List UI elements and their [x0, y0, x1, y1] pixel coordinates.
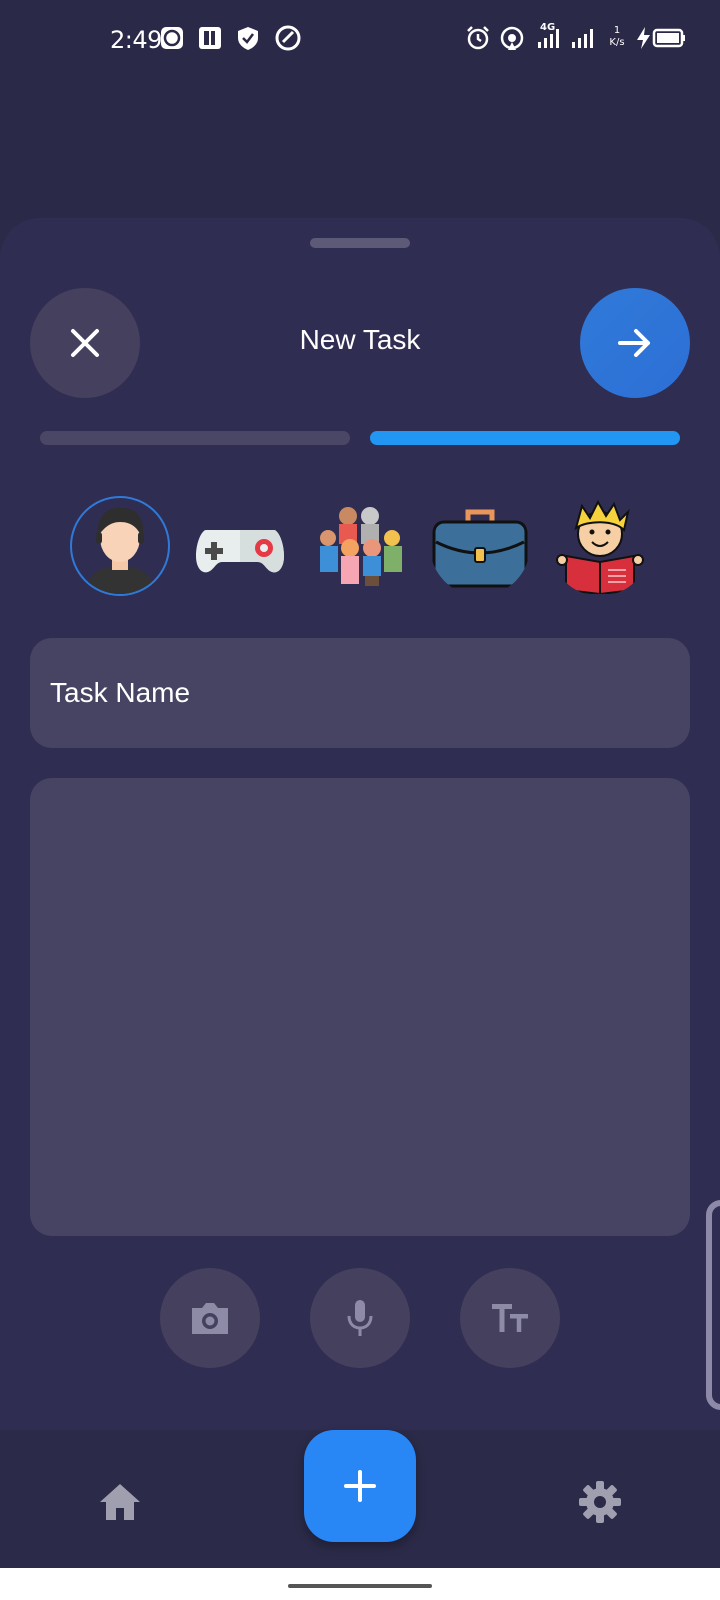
camera-icon — [192, 1303, 228, 1334]
signal-icon — [568, 24, 596, 52]
category-games[interactable] — [190, 496, 290, 596]
briefcase-icon — [432, 509, 528, 588]
hotspot-icon — [498, 24, 526, 52]
task-name-input[interactable]: Task Name — [30, 638, 690, 748]
bottom-nav — [0, 1430, 720, 1570]
progress-step-2 — [370, 431, 680, 445]
text-format-button[interactable] — [460, 1268, 560, 1368]
alarm-icon — [464, 24, 492, 52]
vpn-icon — [274, 24, 302, 52]
gesture-pill[interactable] — [288, 1584, 432, 1588]
dim-backdrop[interactable] — [0, 80, 720, 220]
category-work[interactable] — [430, 496, 530, 596]
paytm-icon — [196, 24, 224, 52]
next-button[interactable] — [580, 288, 690, 398]
edge-panel-handle[interactable] — [706, 1200, 720, 1410]
category-family[interactable] — [310, 496, 410, 596]
add-icon — [344, 1470, 376, 1502]
gamepad-icon — [196, 530, 284, 573]
microphone-icon — [347, 1300, 373, 1336]
signal-icon — [534, 24, 562, 52]
task-body-input[interactable] — [30, 778, 690, 1236]
battery-icon — [652, 24, 688, 52]
microphone-button[interactable] — [310, 1268, 410, 1368]
add-button[interactable] — [304, 1430, 416, 1542]
settings-button[interactable] — [576, 1478, 624, 1526]
shield-icon — [234, 24, 262, 52]
status-bar: 2:49 4G 1 K/s — [0, 0, 720, 80]
category-selector — [0, 496, 720, 596]
camera-button[interactable] — [160, 1268, 260, 1368]
arrow-right-icon — [618, 329, 650, 357]
task-name-placeholder: Task Name — [50, 677, 191, 708]
network-speed: 1 K/s — [609, 25, 625, 48]
home-button[interactable] — [96, 1478, 144, 1526]
home-icon — [100, 1484, 140, 1520]
category-personal[interactable] — [70, 496, 170, 596]
person-icon — [86, 507, 154, 594]
settings-icon — [579, 1481, 621, 1523]
drag-handle[interactable] — [310, 238, 410, 248]
reading-icon — [556, 499, 644, 594]
category-study[interactable] — [550, 496, 650, 596]
new-task-sheet: New Task Task Name — [0, 218, 720, 1568]
b-app-icon — [158, 24, 186, 52]
progress-step-1 — [40, 431, 350, 445]
system-nav-bar — [0, 1568, 720, 1600]
family-icon — [320, 507, 402, 586]
status-time: 2:49 — [110, 26, 162, 54]
text-size-icon — [492, 1304, 528, 1332]
